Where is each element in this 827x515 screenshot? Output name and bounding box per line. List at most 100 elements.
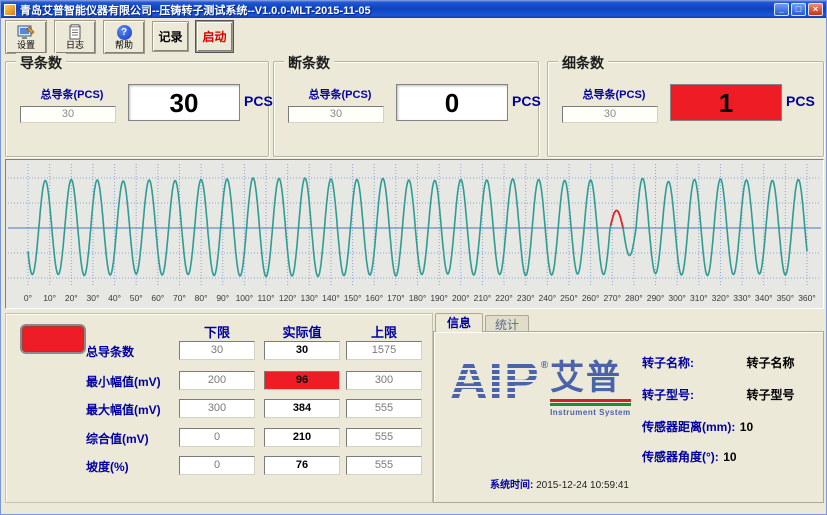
logo-red-line xyxy=(550,399,631,402)
rotor-name-label: 转子名称: xyxy=(642,354,742,371)
svg-text:290°: 290° xyxy=(647,293,665,303)
toolbar: 设置 日志 ? 帮助 记录 启动 xyxy=(5,20,233,56)
svg-text:260°: 260° xyxy=(582,293,600,303)
group-title: 导条数 xyxy=(16,53,66,73)
upper-limit-input[interactable]: 555 xyxy=(346,456,422,475)
lower-limit-input[interactable]: 300 xyxy=(179,399,255,418)
svg-text:320°: 320° xyxy=(712,293,730,303)
upper-limit-header: 上限 xyxy=(346,322,422,341)
record-button[interactable]: 记录 xyxy=(152,21,189,52)
svg-text:360°: 360° xyxy=(798,293,816,303)
total-bars-input[interactable]: 30 xyxy=(20,106,116,123)
svg-text:210°: 210° xyxy=(474,293,492,303)
sensor-angle-label: 传感器角度(°): xyxy=(642,448,719,465)
conductor-count-display: 30 xyxy=(128,84,240,121)
row-label: 总导条数 xyxy=(86,343,134,360)
app-icon xyxy=(4,4,16,16)
total-bars-label: 总导条(PCS) xyxy=(288,86,392,102)
settings-button[interactable]: 设置 xyxy=(5,20,47,54)
group-title: 细条数 xyxy=(558,53,608,73)
maximize-button[interactable]: □ xyxy=(791,3,806,16)
actual-value: 384 xyxy=(264,399,340,418)
svg-text:160°: 160° xyxy=(365,293,383,303)
rotor-model-value: 转子型号 xyxy=(746,388,794,402)
help-icon: ? xyxy=(115,24,133,40)
lower-limit-input[interactable]: 0 xyxy=(179,456,255,475)
actual-value: 30 xyxy=(264,341,340,360)
app-window: 青岛艾普智能仪器有限公司--压铸转子测试系统--V1.0.0-MLT-2015-… xyxy=(0,0,827,515)
actual-value-header: 实际值 xyxy=(264,322,340,341)
waveform-chart: 0°10°20°30°40°50°60°70°80°90°100°110°120… xyxy=(5,159,824,309)
upper-limit-input[interactable]: 300 xyxy=(346,371,422,390)
table-row: 最大幅值(mV) 300 384 555 xyxy=(6,399,432,419)
total-bars-label: 总导条(PCS) xyxy=(20,86,124,102)
logo-subtitle: Instrument System xyxy=(550,408,631,417)
svg-text:100°: 100° xyxy=(236,293,254,303)
total-bars-label: 总导条(PCS) xyxy=(562,86,666,102)
settings-button-label: 设置 xyxy=(17,40,35,50)
svg-text:50°: 50° xyxy=(130,293,143,303)
svg-text:20°: 20° xyxy=(65,293,78,303)
table-row: 最小幅值(mV) 200 96 300 xyxy=(6,371,432,391)
svg-text:180°: 180° xyxy=(409,293,427,303)
tab-statistics[interactable]: 统计 xyxy=(485,315,529,332)
log-button[interactable]: 日志 xyxy=(54,20,96,54)
upper-limit-input[interactable]: 1575 xyxy=(346,341,422,360)
svg-text:230°: 230° xyxy=(517,293,535,303)
svg-text:120°: 120° xyxy=(279,293,297,303)
svg-text:200°: 200° xyxy=(452,293,470,303)
waveform-svg: 0°10°20°30°40°50°60°70°80°90°100°110°120… xyxy=(6,160,823,308)
upper-limit-input[interactable]: 555 xyxy=(346,399,422,418)
log-button-label: 日志 xyxy=(66,40,84,50)
svg-text:240°: 240° xyxy=(539,293,557,303)
conductor-count-group: 导条数 总导条(PCS) 30 30 PCS xyxy=(5,61,269,157)
rotor-name-field: 转子名称: 转子名称 xyxy=(642,354,794,372)
broken-bar-count-group: 断条数 总导条(PCS) 30 0 PCS xyxy=(273,61,539,157)
total-bars-input[interactable]: 30 xyxy=(562,106,658,123)
rotor-name-value: 转子名称 xyxy=(746,356,794,370)
unit-label: PCS xyxy=(786,93,815,109)
svg-text:110°: 110° xyxy=(258,293,275,303)
unit-label: PCS xyxy=(244,93,273,109)
table-row: 坡度(%) 0 76 555 xyxy=(6,456,432,476)
svg-text:0°: 0° xyxy=(24,293,32,303)
tab-info[interactable]: 信息 xyxy=(435,313,483,332)
thin-bar-count-group: 细条数 总导条(PCS) 30 1 PCS xyxy=(547,61,824,157)
group-title: 断条数 xyxy=(284,53,334,73)
help-button[interactable]: ? 帮助 xyxy=(103,20,145,54)
svg-text:250°: 250° xyxy=(560,293,578,303)
rotor-model-label: 转子型号: xyxy=(642,386,742,403)
lower-limit-header: 下限 xyxy=(179,322,255,341)
minimize-button[interactable]: _ xyxy=(774,3,789,16)
info-tab-body: AIP ® 艾普 Instrument System 转子名称: 转子名称 转子… xyxy=(433,331,824,503)
system-time: 系统时间: 2015-12-24 10:59:41 xyxy=(490,476,629,491)
upper-limit-input[interactable]: 555 xyxy=(346,428,422,447)
svg-text:270°: 270° xyxy=(603,293,621,303)
row-label: 综合值(mV) xyxy=(86,430,149,447)
sensor-distance-label: 传感器距离(mm): xyxy=(642,418,735,435)
lower-limit-input[interactable]: 30 xyxy=(179,341,255,360)
sensor-distance-field: 传感器距离(mm): 10 xyxy=(642,418,753,436)
lower-limit-input[interactable]: 0 xyxy=(179,428,255,447)
svg-text:10°: 10° xyxy=(43,293,56,303)
svg-text:330°: 330° xyxy=(733,293,751,303)
system-time-label: 系统时间: xyxy=(490,476,533,491)
sensor-distance-value: 10 xyxy=(740,420,753,434)
help-button-label: 帮助 xyxy=(115,40,133,50)
broken-bar-count-display: 0 xyxy=(396,84,508,121)
svg-text:170°: 170° xyxy=(387,293,405,303)
close-button[interactable]: × xyxy=(808,3,823,16)
total-bars-input[interactable]: 30 xyxy=(288,106,384,123)
row-label: 坡度(%) xyxy=(86,458,129,475)
aip-logo: AIP ® 艾普 Instrument System xyxy=(450,358,631,417)
start-button[interactable]: 启动 xyxy=(196,21,233,52)
lower-limit-input[interactable]: 200 xyxy=(179,371,255,390)
logo-green-line xyxy=(550,403,631,406)
settings-icon xyxy=(17,24,35,40)
row-label: 最小幅值(mV) xyxy=(86,373,161,390)
title-bar: 青岛艾普智能仪器有限公司--压铸转子测试系统--V1.0.0-MLT-2015-… xyxy=(1,1,826,18)
sensor-angle-value: 10 xyxy=(723,450,736,464)
svg-text:350°: 350° xyxy=(777,293,795,303)
row-label: 最大幅值(mV) xyxy=(86,401,161,418)
rotor-model-field: 转子型号: 转子型号 xyxy=(642,386,794,404)
